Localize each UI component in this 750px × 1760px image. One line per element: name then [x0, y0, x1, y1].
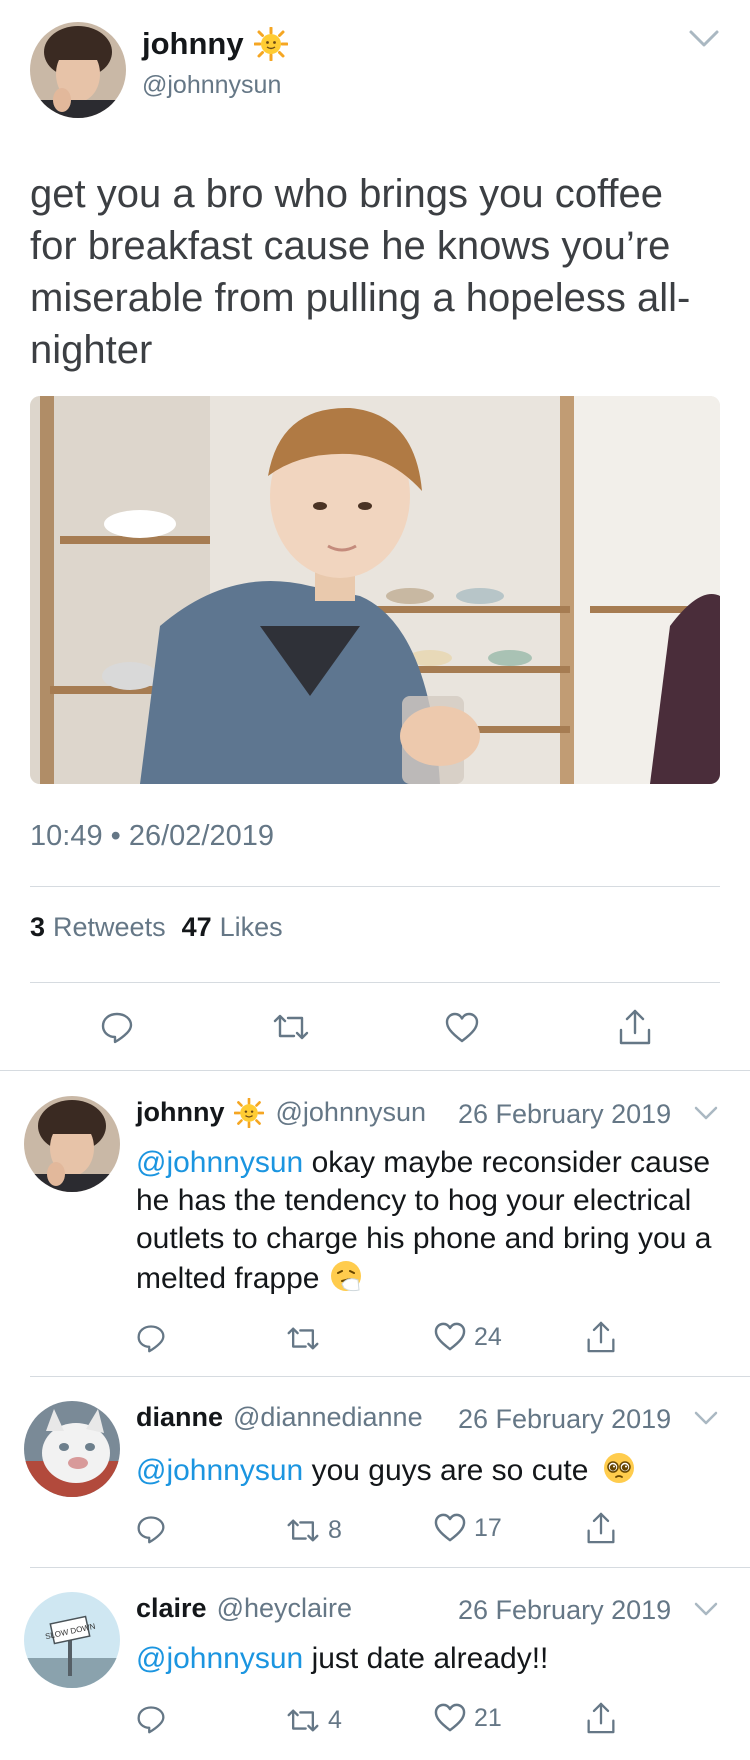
- reply-author-name[interactable]: claire: [136, 1593, 207, 1624]
- sun-with-face-icon: [233, 1097, 264, 1128]
- reply-text: @johnnysun you guys are so cute: [136, 1450, 716, 1490]
- reply-author-handle[interactable]: @johnnysun: [276, 1097, 427, 1128]
- main-author-name[interactable]: johnny: [142, 26, 244, 62]
- tweet-timestamp[interactable]: 10:49 • 26/02/2019: [30, 820, 274, 853]
- reply-date[interactable]: 26 February 2019: [458, 1595, 671, 1626]
- reply-author-avatar[interactable]: [24, 1401, 120, 1497]
- reply-icon[interactable]: [136, 1323, 166, 1353]
- retweets-stat[interactable]: 3 Retweets: [30, 912, 166, 943]
- reply-mention[interactable]: @johnnysun: [136, 1146, 303, 1179]
- retweet-icon[interactable]: [272, 1012, 310, 1042]
- thread-divider: [0, 1070, 750, 1071]
- chevron-down-icon[interactable]: [688, 28, 720, 50]
- pleading-face-icon: [601, 1450, 637, 1486]
- chevron-down-icon[interactable]: [694, 1105, 718, 1121]
- reply-author-handle[interactable]: @heyclaire: [217, 1593, 352, 1624]
- retweets-count: 8: [328, 1516, 342, 1544]
- reply-author-name[interactable]: dianne: [136, 1402, 223, 1433]
- chevron-down-icon[interactable]: [694, 1410, 718, 1426]
- reply-date[interactable]: 26 February 2019: [458, 1099, 671, 1130]
- like-icon[interactable]: [434, 1322, 466, 1352]
- reply-body: just date already!!: [311, 1642, 549, 1675]
- retweet-icon[interactable]: [286, 1707, 320, 1734]
- like-icon[interactable]: [434, 1703, 466, 1733]
- likes-stat[interactable]: 47 Likes: [182, 912, 283, 943]
- like-icon[interactable]: [434, 1513, 466, 1543]
- share-icon[interactable]: [618, 1008, 652, 1046]
- reply-mention[interactable]: @johnnysun: [136, 1642, 303, 1675]
- retweets-count: 4: [328, 1706, 342, 1734]
- retweet-icon[interactable]: [286, 1517, 320, 1544]
- reply-author-name[interactable]: johnny: [136, 1097, 225, 1128]
- retweets-label: Retweets: [53, 912, 166, 942]
- divider: [30, 1567, 750, 1568]
- main-author-avatar[interactable]: [30, 22, 126, 118]
- divider: [30, 1376, 750, 1377]
- reply-body: you guys are so cute: [311, 1454, 589, 1487]
- divider: [30, 982, 720, 983]
- divider: [30, 886, 720, 887]
- retweets-count: 3: [30, 912, 46, 942]
- sneezing-face-icon: [328, 1258, 364, 1294]
- like-icon[interactable]: [445, 1012, 479, 1044]
- reply-author-avatar[interactable]: [24, 1096, 120, 1192]
- likes-label: Likes: [219, 912, 283, 942]
- likes-count: 47: [181, 912, 212, 942]
- share-icon[interactable]: [586, 1320, 616, 1354]
- main-tweet-text: get you a bro who brings you coffee for …: [30, 172, 691, 372]
- reply-text: @johnnysun just date already!!: [136, 1640, 716, 1678]
- main-author-handle[interactable]: @johnnysun: [142, 71, 281, 100]
- sun-with-face-icon: [253, 27, 288, 61]
- likes-count: 21: [474, 1703, 502, 1732]
- reply-author-avatar[interactable]: SLOW DOWN: [24, 1592, 120, 1688]
- share-icon[interactable]: [586, 1701, 616, 1735]
- tweet-photo[interactable]: [30, 396, 720, 784]
- chevron-down-icon[interactable]: [694, 1601, 718, 1617]
- reply-icon[interactable]: [136, 1704, 166, 1734]
- likes-count: 17: [474, 1513, 502, 1542]
- reply-mention[interactable]: @johnnysun: [136, 1454, 303, 1487]
- reply-icon[interactable]: [136, 1514, 166, 1544]
- reply-date[interactable]: 26 February 2019: [458, 1404, 671, 1435]
- share-icon[interactable]: [586, 1511, 616, 1545]
- reply-text: @johnnysun okay maybe reconsider cause h…: [136, 1144, 716, 1298]
- reply-icon[interactable]: [100, 1010, 134, 1044]
- reply-author-handle[interactable]: @diannedianne: [233, 1402, 423, 1433]
- likes-count: 24: [474, 1322, 502, 1351]
- retweet-icon[interactable]: [286, 1325, 320, 1352]
